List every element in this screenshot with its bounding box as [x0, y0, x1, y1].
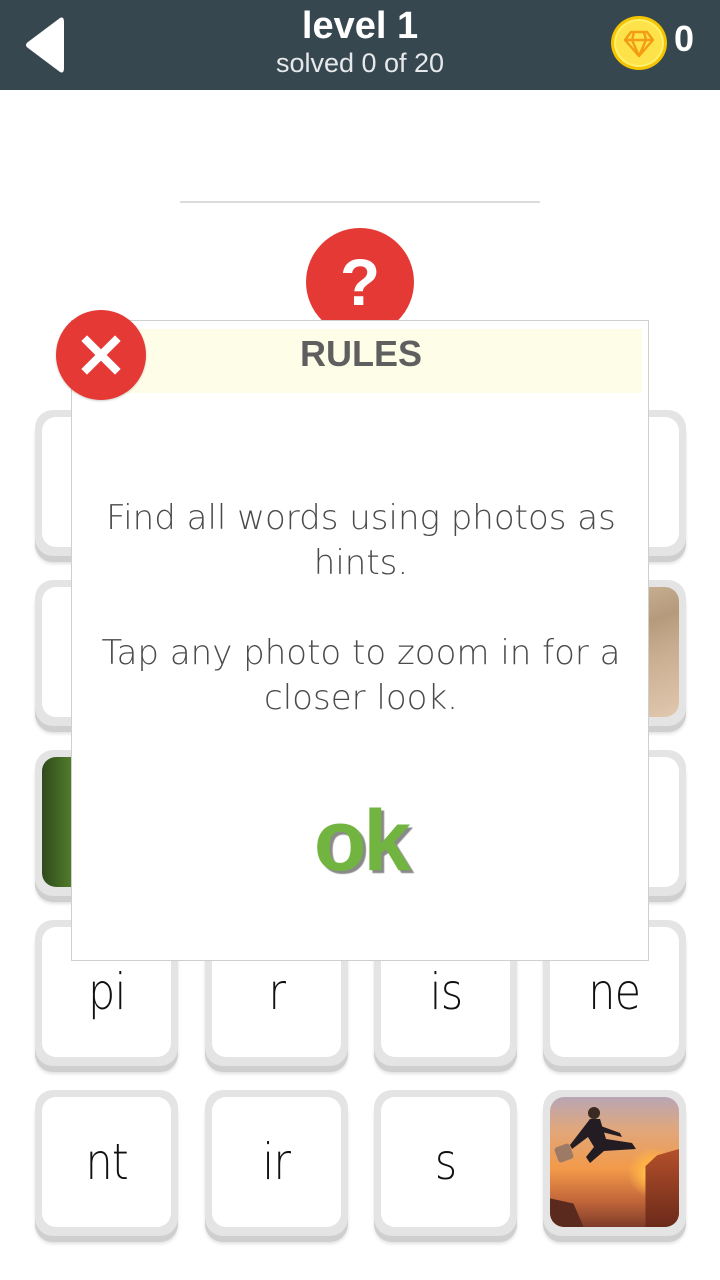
letter-tile[interactable]: s	[374, 1090, 517, 1236]
photo-tile-businesswoman-jumping-sunset[interactable]	[543, 1090, 686, 1236]
tile-face: s	[381, 1097, 510, 1227]
answer-slot-line	[180, 201, 540, 203]
tile-face	[550, 1097, 679, 1227]
rules-dialog-body: Find all words using photos as hints. Ta…	[92, 496, 630, 766]
top-bar: level 1 solved 0 of 20 0	[0, 0, 720, 90]
letter-tile[interactable]: ir	[205, 1090, 348, 1236]
letter-tile-text: r	[268, 963, 286, 1021]
tile-face: ir	[212, 1097, 341, 1227]
letter-tile-text: is	[429, 963, 462, 1021]
close-dialog-button[interactable]	[56, 310, 146, 400]
letter-tile[interactable]: nt	[35, 1090, 178, 1236]
letter-tile-text: ir	[262, 1133, 292, 1191]
back-button[interactable]	[22, 14, 66, 76]
letter-tile-text: nt	[85, 1133, 128, 1191]
progress-subtitle: solved 0 of 20	[275, 48, 445, 78]
jumping-woman-silhouette	[554, 1107, 636, 1163]
question-mark-icon: ?	[339, 245, 381, 319]
rules-dialog: RULES Find all words using photos as hin…	[71, 320, 649, 961]
letter-tile-text: ne	[588, 963, 641, 1021]
rules-dialog-title: RULES	[299, 333, 422, 374]
tile-face: nt	[42, 1097, 171, 1227]
ok-button[interactable]: ok	[261, 791, 461, 891]
level-title-block: level 1 solved 0 of 20	[160, 4, 560, 78]
rules-text-find-words: Find all words using photos as hints.	[106, 498, 616, 583]
letter-tile-text: pi	[87, 963, 126, 1021]
photo-businesswoman-jumping-sunset	[550, 1097, 679, 1227]
letter-tile-text: s	[434, 1133, 457, 1191]
diamond-icon	[623, 30, 655, 58]
close-icon	[81, 335, 121, 375]
rules-text-tap-photo: Tap any photo to zoom in for a closer lo…	[101, 633, 621, 718]
coin-badge[interactable]	[611, 16, 667, 70]
level-title: level 1	[301, 5, 419, 47]
coin-count: 0	[674, 18, 695, 59]
back-arrow-icon	[26, 17, 64, 73]
